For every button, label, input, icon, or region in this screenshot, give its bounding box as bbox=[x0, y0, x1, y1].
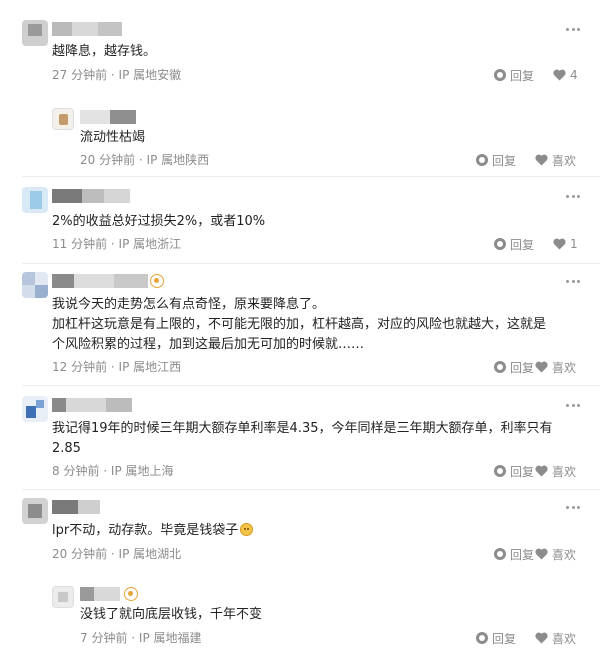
username-redacted[interactable] bbox=[80, 587, 120, 601]
comment-time: 12 分钟前 bbox=[52, 360, 108, 374]
comment-ip: IP 属地上海 bbox=[110, 464, 174, 478]
level-badge-icon bbox=[150, 274, 164, 288]
comment-ip: IP 属地浙江 bbox=[118, 237, 182, 251]
username-redacted[interactable] bbox=[52, 500, 100, 514]
comment-text-line: 个风险积累的过程，加到这最后加无可加的时候就…… bbox=[52, 337, 365, 352]
like-button[interactable]: 喜欢 bbox=[535, 463, 576, 479]
level-badge-icon bbox=[124, 587, 138, 601]
comment-meta: 8 分钟前 · IP 属地上海 bbox=[52, 464, 174, 478]
comment-ip: IP 属地陕西 bbox=[146, 153, 210, 167]
reply-circle-icon bbox=[494, 548, 506, 560]
reply-circle-icon bbox=[494, 465, 506, 477]
comment-item: 越降息，越存钱。 27 分钟前 · IP 属地安徽 回复 4 bbox=[0, 0, 600, 90]
comment-ip: IP 属地湖北 bbox=[118, 547, 182, 561]
like-button[interactable]: 喜欢 bbox=[535, 546, 576, 562]
comment-meta: 7 分钟前 · IP 属地福建 bbox=[80, 631, 202, 645]
username-redacted[interactable] bbox=[80, 110, 136, 124]
comment-text: 流动性枯竭 bbox=[80, 130, 146, 145]
comment-text-line: 2.85 bbox=[52, 441, 81, 456]
comment-meta: 20 分钟前 · IP 属地陕西 bbox=[80, 153, 210, 167]
reply-circle-icon bbox=[476, 632, 488, 644]
like-button[interactable]: 4 bbox=[553, 67, 578, 83]
heart-icon bbox=[535, 154, 548, 166]
heart-icon bbox=[535, 632, 548, 644]
comment-text-line: 我记得19年的时候三年期大额存单利率是4.35，今年同样是三年期大额存单，利率只… bbox=[52, 421, 553, 436]
comment-item: 我记得19年的时候三年期大额存单利率是4.35，今年同样是三年期大额存单，利率只… bbox=[0, 386, 600, 490]
more-dots-icon[interactable] bbox=[566, 404, 580, 408]
reply-circle-icon bbox=[476, 154, 488, 166]
like-button[interactable]: 1 bbox=[553, 236, 578, 252]
comment-ip: IP 属地江西 bbox=[118, 360, 182, 374]
reply-button[interactable]: 回复 bbox=[476, 630, 516, 646]
reply-button[interactable]: 回复 bbox=[494, 546, 534, 562]
comment-meta: 11 分钟前 · IP 属地浙江 bbox=[52, 237, 182, 251]
more-dots-icon[interactable] bbox=[566, 28, 580, 32]
more-dots-icon[interactable] bbox=[566, 195, 580, 199]
avatar[interactable] bbox=[22, 498, 48, 524]
like-button[interactable]: 喜欢 bbox=[535, 152, 576, 168]
username-redacted[interactable] bbox=[52, 398, 132, 412]
comment-time: 20 分钟前 bbox=[80, 153, 136, 167]
comment-text: 越降息，越存钱。 bbox=[52, 44, 157, 59]
comment-meta: 20 分钟前 · IP 属地湖北 bbox=[52, 547, 182, 561]
comment-text-line: 加杠杆这玩意是有上限的，不可能无限的加，杠杆越高，对应的风险也就越大，这就是 bbox=[52, 317, 547, 332]
avatar[interactable] bbox=[22, 187, 48, 213]
comment-text: 2%的收益总好过损失2%，或者10% bbox=[52, 214, 266, 229]
like-button[interactable]: 喜欢 bbox=[535, 630, 576, 646]
comment-text: lpr不动，动存款。毕竟是钱袋子 bbox=[52, 521, 254, 541]
avatar[interactable] bbox=[22, 272, 48, 298]
comment-text-line: 我说今天的走势怎么有点奇怪，原来要降息了。 bbox=[52, 297, 326, 312]
comment-time: 27 分钟前 bbox=[52, 68, 108, 82]
comment-time: 7 分钟前 bbox=[80, 631, 128, 645]
comment-ip: IP 属地安徽 bbox=[118, 68, 182, 82]
avatar[interactable] bbox=[22, 396, 48, 422]
username-redacted[interactable] bbox=[52, 274, 148, 288]
comment-item: 我说今天的走势怎么有点奇怪，原来要降息了。 加杠杆这玩意是有上限的，不可能无限的… bbox=[0, 264, 600, 386]
more-dots-icon[interactable] bbox=[566, 280, 580, 284]
worried-face-emoji-icon bbox=[240, 523, 254, 536]
reply-comment-item: 流动性枯竭 20 分钟前 · IP 属地陕西 回复 喜欢 bbox=[0, 90, 600, 175]
username-redacted[interactable] bbox=[52, 189, 130, 203]
comment-time: 11 分钟前 bbox=[52, 237, 108, 251]
reply-button[interactable]: 回复 bbox=[494, 359, 534, 375]
reply-circle-icon bbox=[494, 238, 506, 250]
avatar[interactable] bbox=[22, 20, 48, 46]
heart-icon bbox=[535, 548, 548, 560]
heart-icon bbox=[535, 361, 548, 373]
reply-button[interactable]: 回复 bbox=[494, 463, 534, 479]
username-redacted[interactable] bbox=[52, 22, 122, 36]
reply-button[interactable]: 回复 bbox=[494, 236, 534, 252]
heart-icon bbox=[553, 69, 566, 81]
like-button[interactable]: 喜欢 bbox=[535, 359, 576, 375]
reply-circle-icon bbox=[494, 69, 506, 81]
comment-meta: 27 分钟前 · IP 属地安徽 bbox=[52, 68, 182, 82]
comment-time: 20 分钟前 bbox=[52, 547, 108, 561]
reply-circle-icon bbox=[494, 361, 506, 373]
comment-ip: IP 属地福建 bbox=[138, 631, 202, 645]
avatar[interactable] bbox=[52, 586, 74, 608]
reply-comment-item: 没钱了就向底层收钱，千年不变 7 分钟前 · IP 属地福建 回复 喜欢 bbox=[0, 574, 600, 651]
reply-button[interactable]: 回复 bbox=[476, 152, 516, 168]
comment-meta: 12 分钟前 · IP 属地江西 bbox=[52, 360, 182, 374]
heart-icon bbox=[535, 465, 548, 477]
more-dots-icon[interactable] bbox=[566, 506, 580, 510]
comment-item: lpr不动，动存款。毕竟是钱袋子 20 分钟前 · IP 属地湖北 回复 喜欢 bbox=[0, 490, 600, 574]
comment-time: 8 分钟前 bbox=[52, 464, 100, 478]
comment-item: 2%的收益总好过损失2%，或者10% 11 分钟前 · IP 属地浙江 回复 1 bbox=[0, 177, 600, 264]
comment-text: 没钱了就向底层收钱，千年不变 bbox=[80, 607, 263, 622]
avatar[interactable] bbox=[52, 108, 74, 130]
reply-button[interactable]: 回复 bbox=[494, 67, 534, 83]
heart-icon bbox=[553, 238, 566, 250]
